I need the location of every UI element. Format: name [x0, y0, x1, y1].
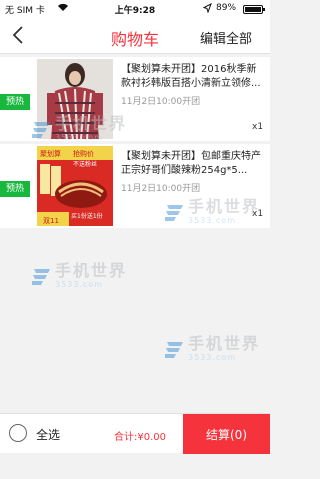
- thumb-promo-text: 双11: [43, 217, 59, 225]
- watermark: 手机世界 3533.com: [32, 115, 127, 142]
- cart-footer: 全选 合计:¥0.00 结算(0): [0, 413, 270, 454]
- battery-icon: [243, 5, 265, 14]
- watermark-text: 手机世界: [55, 261, 128, 280]
- watermark-number: 3533.com: [55, 280, 103, 289]
- product-title[interactable]: 【聚划算未开团】2016秋季新款衬衫韩版百搭小清新立领修...: [121, 63, 264, 91]
- watermark-text: 手机世界: [188, 197, 261, 216]
- checkout-button[interactable]: 结算(0): [183, 414, 270, 454]
- watermark-logo-icon: [32, 268, 50, 285]
- battery-percent: 89%: [216, 3, 237, 13]
- watermark-logo-icon: [32, 121, 50, 138]
- thumb-offer-text: 买1份送1份: [71, 212, 103, 220]
- thumb-badge-text: 聚划算: [40, 149, 61, 158]
- watermark-text: 手机世界: [188, 334, 261, 353]
- select-all-label[interactable]: 全选: [36, 426, 60, 443]
- watermark-number: 3533.com: [188, 216, 236, 225]
- preheat-badge: 预热: [0, 181, 30, 197]
- watermark: 手机世界 3533.com: [165, 198, 260, 225]
- thumb-sub-text: 不送粉丝: [73, 160, 97, 168]
- watermark-number: 3533.com: [188, 353, 236, 362]
- watermark-number: 3533.com: [55, 133, 103, 142]
- preheat-badge: 预热: [0, 94, 30, 110]
- group-start-time: 11月2日10:00开团: [121, 97, 201, 107]
- status-bar: 无 SIM 卡 上午9:28 89%: [0, 0, 270, 18]
- watermark-text: 手机世界: [55, 114, 128, 133]
- watermark: 手机世界 3533.com: [32, 262, 127, 289]
- total-price: 合计:¥0.00: [114, 432, 166, 443]
- location-icon: [202, 2, 212, 16]
- nav-bar: 购物车 编辑全部: [0, 18, 270, 54]
- quantity: x1: [252, 122, 264, 132]
- watermark-logo-icon: [165, 204, 183, 221]
- group-start-time: 11月2日10:00开团: [121, 184, 201, 194]
- thumb-headline-text: 抢购价: [73, 149, 94, 158]
- watermark-logo-icon: [165, 341, 183, 358]
- edit-all-button[interactable]: 编辑全部: [200, 28, 252, 47]
- product-image[interactable]: 聚划算 抢购价 不送粉丝 买1份送1份 双11: [37, 146, 113, 226]
- product-title[interactable]: 【聚划算未开团】包邮重庆特产正宗好哥们酸辣粉254g*5...: [121, 150, 264, 178]
- select-all-radio[interactable]: [9, 424, 27, 442]
- watermark: 手机世界 3533.com: [165, 335, 260, 362]
